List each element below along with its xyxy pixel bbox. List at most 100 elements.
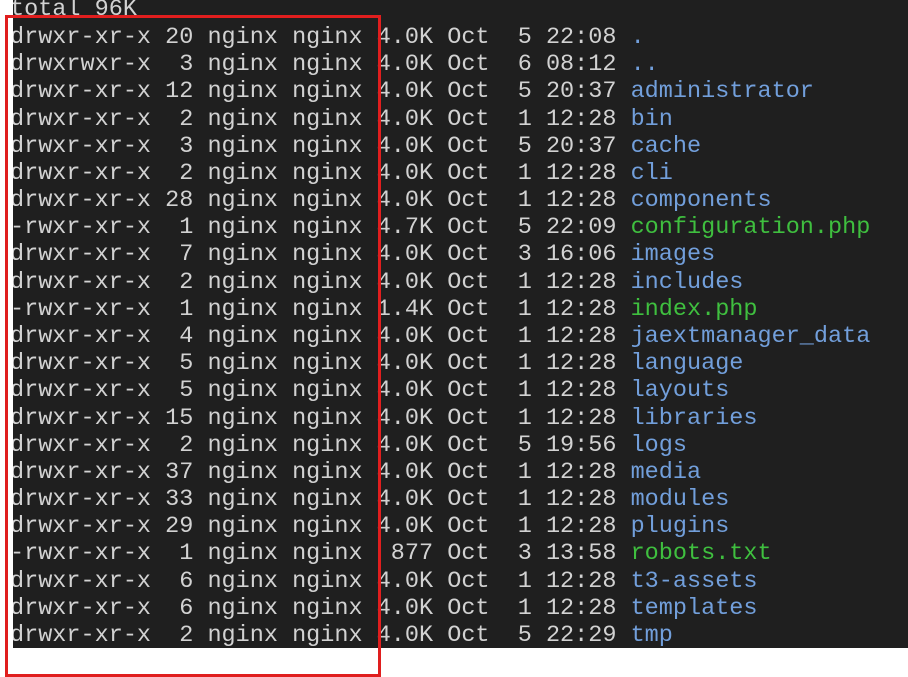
entry-size: 4.0K (376, 431, 448, 459)
entry-time: 12:28 (545, 486, 631, 514)
entry-size: 4.0K (376, 404, 448, 432)
entry-size: 4.7K (376, 214, 448, 242)
entry-month: Oct (447, 51, 504, 79)
entry-day: 1 (503, 350, 546, 378)
entry-name: includes (630, 268, 744, 296)
entry-day: 1 (503, 295, 546, 323)
entry-name: t3-assets (630, 567, 758, 595)
entry-time: 12:28 (545, 513, 631, 541)
entry-month: Oct (447, 350, 504, 378)
entry-name: . (630, 24, 645, 51)
entry-month: Oct (447, 187, 504, 215)
entry-name: logs (630, 431, 687, 459)
entry-size: 4.0K (376, 187, 448, 215)
entry-month: Oct (447, 567, 504, 595)
entry-name: plugins (630, 513, 730, 541)
entry-name: tmp (630, 621, 673, 648)
entry-size: 877 (376, 540, 448, 568)
entry-size: 4.0K (376, 241, 448, 269)
entry-day: 5 (503, 24, 546, 51)
entry-day: 1 (503, 594, 546, 622)
entry-day: 1 (503, 404, 546, 432)
entry-size: 4.0K (376, 486, 448, 514)
entry-day: 1 (503, 187, 546, 215)
entry-size: 4.0K (376, 105, 448, 133)
entry-name: administrator (630, 78, 814, 106)
entry-size: 4.0K (376, 513, 448, 541)
entry-day: 1 (503, 486, 546, 514)
entry-month: Oct (447, 377, 504, 405)
entry-size: 4.0K (376, 24, 448, 51)
entry-day: 1 (503, 458, 546, 486)
entry-day: 5 (503, 132, 546, 160)
entry-time: 12:28 (545, 322, 631, 350)
entry-size: 4.0K (376, 350, 448, 378)
entry-name: media (630, 458, 702, 486)
entry-day: 1 (503, 377, 546, 405)
entry-time: 12:28 (545, 458, 631, 486)
entry-time: 12:28 (545, 159, 631, 187)
entry-size: 1.4K (376, 295, 448, 323)
entry-month: Oct (447, 78, 504, 106)
entry-month: Oct (447, 241, 504, 269)
entry-time: 13:58 (545, 540, 631, 568)
entry-time: 12:28 (545, 295, 631, 323)
entry-month: Oct (447, 540, 504, 568)
entry-month: Oct (447, 431, 504, 459)
entry-time: 19:56 (545, 431, 631, 459)
entry-month: Oct (447, 295, 504, 323)
entry-month: Oct (447, 322, 504, 350)
entry-name: components (630, 187, 772, 215)
entry-time: 08:12 (545, 51, 631, 79)
entry-name: jaextmanager_data (630, 322, 871, 350)
entry-month: Oct (447, 458, 504, 486)
entry-day: 1 (503, 567, 546, 595)
entry-month: Oct (447, 594, 504, 622)
entry-size: 4.0K (376, 51, 448, 79)
entry-size: 4.0K (376, 78, 448, 106)
entry-day: 1 (503, 105, 546, 133)
entry-time: 12:28 (545, 594, 631, 622)
entry-time: 12:28 (545, 404, 631, 432)
entry-size: 4.0K (376, 458, 448, 486)
entry-day: 5 (503, 621, 546, 648)
entry-name: .. (630, 51, 659, 79)
entry-day: 6 (503, 51, 546, 79)
entry-size: 4.0K (376, 132, 448, 160)
entry-time: 12:28 (545, 350, 631, 378)
entry-name: cache (630, 132, 702, 160)
entry-name: index.php (630, 295, 758, 323)
entry-name: templates (630, 594, 758, 622)
entry-size: 4.0K (376, 377, 448, 405)
entry-size: 4.0K (376, 322, 448, 350)
entry-name: layouts (630, 377, 730, 405)
entry-day: 3 (503, 241, 546, 269)
entry-name: bin (630, 105, 673, 133)
entry-time: 12:28 (545, 268, 631, 296)
highlight-box (5, 15, 381, 677)
entry-month: Oct (447, 105, 504, 133)
entry-day: 1 (503, 322, 546, 350)
entry-month: Oct (447, 621, 504, 648)
entry-name: libraries (630, 404, 758, 432)
entry-name: robots.txt (630, 540, 772, 568)
entry-time: 16:06 (545, 241, 631, 269)
entry-size: 4.0K (376, 159, 448, 187)
entry-time: 20:37 (545, 132, 631, 160)
entry-month: Oct (447, 159, 504, 187)
entry-time: 12:28 (545, 377, 631, 405)
entry-size: 4.0K (376, 567, 448, 595)
entry-time: 22:09 (545, 214, 631, 242)
entry-month: Oct (447, 132, 504, 160)
entry-name: cli (630, 159, 673, 187)
entry-day: 1 (503, 159, 546, 187)
entry-time: 12:28 (545, 187, 631, 215)
entry-month: Oct (447, 214, 504, 242)
entry-name: language (630, 350, 744, 378)
entry-size: 4.0K (376, 621, 448, 648)
entry-time: 12:28 (545, 567, 631, 595)
entry-month: Oct (447, 24, 504, 51)
entry-time: 22:08 (545, 24, 631, 51)
entry-day: 5 (503, 214, 546, 242)
entry-month: Oct (447, 486, 504, 514)
